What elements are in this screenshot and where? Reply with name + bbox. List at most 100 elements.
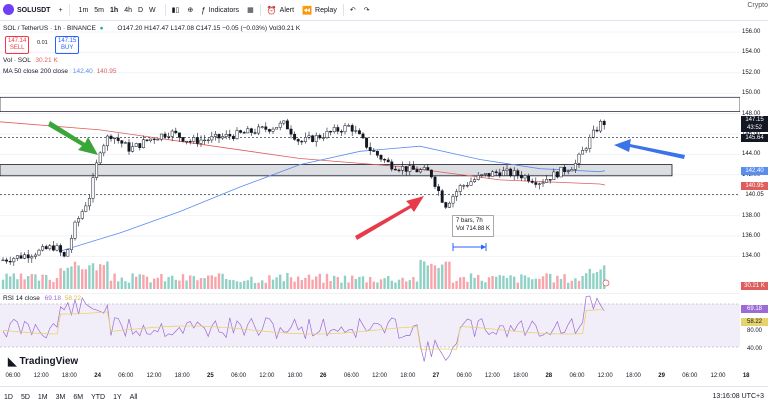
- candlestick[interactable]: [1, 257, 5, 262]
- candlestick[interactable]: [195, 132, 199, 147]
- rsi-legend[interactable]: RSI 14 close 69.18 58.22: [3, 295, 81, 302]
- candlestick[interactable]: [537, 182, 541, 190]
- candlestick[interactable]: [285, 118, 289, 130]
- range-ytd[interactable]: YTD: [87, 394, 109, 401]
- candlestick[interactable]: [23, 252, 27, 260]
- candlestick[interactable]: [87, 194, 91, 211]
- candlestick[interactable]: [357, 128, 361, 135]
- candlestick[interactable]: [231, 134, 235, 142]
- candlestick[interactable]: [314, 132, 318, 147]
- red-arrow-annotation[interactable]: [355, 196, 424, 240]
- range-1d[interactable]: 1D: [0, 394, 17, 401]
- candlestick[interactable]: [487, 173, 491, 179]
- candlestick[interactable]: [555, 170, 559, 179]
- candlestick[interactable]: [12, 256, 16, 266]
- candlestick[interactable]: [271, 127, 275, 134]
- sell-button[interactable]: 147.14 SELL: [5, 36, 30, 55]
- candlestick[interactable]: [458, 183, 462, 196]
- candlestick[interactable]: [44, 244, 48, 250]
- candlestick[interactable]: [203, 135, 207, 145]
- candlestick[interactable]: [591, 125, 595, 139]
- green-arrow-annotation[interactable]: [48, 121, 98, 155]
- timeframe-5m[interactable]: 5m: [91, 7, 107, 14]
- candlestick[interactable]: [105, 134, 109, 151]
- candlestick[interactable]: [15, 255, 19, 261]
- redo-icon[interactable]: ↷: [360, 0, 374, 20]
- candlestick[interactable]: [433, 175, 437, 190]
- candlestick[interactable]: [584, 146, 588, 153]
- candlestick[interactable]: [177, 132, 181, 142]
- candlestick[interactable]: [451, 194, 455, 208]
- blue-arrow-annotation[interactable]: [614, 139, 685, 159]
- candlestick[interactable]: [235, 127, 239, 140]
- replay-button[interactable]: ⏪ Replay: [298, 0, 341, 20]
- candlestick[interactable]: [192, 134, 196, 144]
- candlestick[interactable]: [473, 177, 477, 183]
- compare-icon[interactable]: ⊕: [183, 0, 197, 20]
- candlestick[interactable]: [41, 244, 45, 252]
- candlestick[interactable]: [149, 138, 153, 143]
- resistance-zone[interactable]: [0, 96, 740, 112]
- candlestick[interactable]: [138, 143, 142, 151]
- candlestick[interactable]: [91, 172, 95, 203]
- time-axis[interactable]: 06:00 12:00 18:00 24 06:00 12:00 18:00 25 06:00 1…: [0, 370, 749, 384]
- candlestick[interactable]: [152, 137, 156, 144]
- candlestick[interactable]: [134, 142, 138, 147]
- candlestick[interactable]: [365, 137, 369, 150]
- candlestick[interactable]: [339, 129, 343, 137]
- candlestick[interactable]: [30, 254, 34, 263]
- candlestick[interactable]: [559, 166, 563, 178]
- timeframe-4h[interactable]: 4h: [121, 7, 135, 14]
- candlestick[interactable]: [444, 201, 448, 210]
- candlestick[interactable]: [595, 126, 599, 133]
- candlestick[interactable]: [69, 234, 73, 254]
- candlestick[interactable]: [437, 183, 441, 196]
- candlestick[interactable]: [84, 202, 88, 213]
- candlestick[interactable]: [386, 157, 390, 163]
- candlestick[interactable]: [361, 132, 365, 140]
- timeframe-1m[interactable]: 1m: [76, 7, 92, 14]
- candlestick[interactable]: [257, 123, 261, 136]
- candlestick[interactable]: [267, 128, 271, 134]
- timeframe-d[interactable]: D: [135, 7, 146, 14]
- candlestick[interactable]: [242, 130, 246, 134]
- candlestick[interactable]: [127, 138, 131, 155]
- candlestick[interactable]: [217, 133, 221, 144]
- candlestick[interactable]: [123, 141, 127, 144]
- candlestick[interactable]: [289, 125, 293, 139]
- candlestick[interactable]: [113, 137, 117, 144]
- candlestick[interactable]: [548, 179, 552, 184]
- candlestick[interactable]: [368, 142, 372, 155]
- candlestick[interactable]: [530, 178, 534, 184]
- buy-button[interactable]: 147.15 BUY: [55, 36, 80, 55]
- candlestick[interactable]: [213, 130, 217, 141]
- candlestick[interactable]: [77, 216, 81, 227]
- candlestick[interactable]: [170, 129, 174, 142]
- alert-button[interactable]: ⏰ Alert: [263, 0, 298, 20]
- candlestick[interactable]: [354, 125, 358, 134]
- range-6m[interactable]: 6M: [69, 394, 87, 401]
- candlestick[interactable]: [325, 127, 329, 140]
- price-chart[interactable]: [0, 21, 740, 291]
- candlestick[interactable]: [33, 252, 37, 260]
- watchlist-label[interactable]: Crypto: [747, 2, 768, 9]
- candlestick[interactable]: [347, 123, 351, 127]
- candlestick[interactable]: [264, 122, 268, 133]
- event-icon[interactable]: [602, 279, 610, 287]
- candlestick[interactable]: [469, 177, 473, 186]
- range-3m[interactable]: 3M: [52, 394, 70, 401]
- candlestick[interactable]: [181, 137, 185, 143]
- candlestick[interactable]: [174, 127, 178, 135]
- candlestick[interactable]: [26, 249, 30, 263]
- candlestick[interactable]: [131, 142, 135, 153]
- candlestick[interactable]: [5, 257, 9, 264]
- range-all[interactable]: All: [126, 394, 142, 401]
- candlestick[interactable]: [260, 125, 264, 129]
- candlestick[interactable]: [296, 138, 300, 145]
- candlestick[interactable]: [440, 188, 444, 203]
- chart-type-icon[interactable]: ▮▯: [168, 0, 184, 20]
- candlestick[interactable]: [55, 243, 59, 252]
- candlestick[interactable]: [282, 120, 286, 126]
- candlestick[interactable]: [588, 134, 592, 153]
- candlestick[interactable]: [602, 119, 606, 130]
